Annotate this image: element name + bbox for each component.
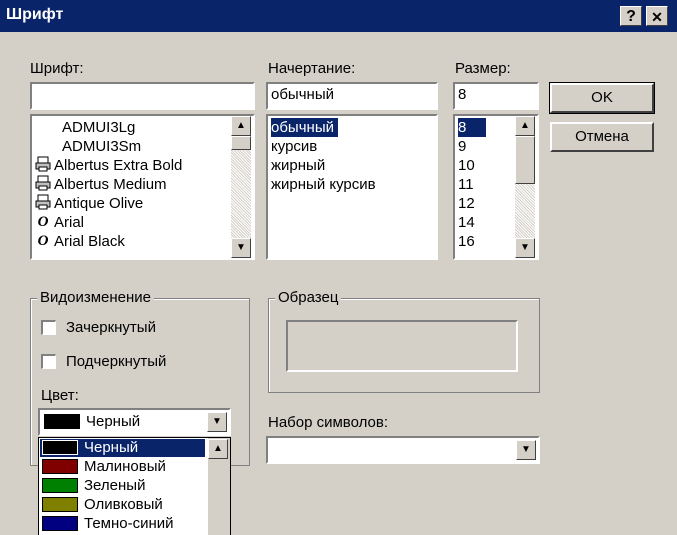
color-option[interactable]: Черный — [84, 439, 138, 456]
sample-label: Образец — [275, 289, 342, 306]
style-list-item[interactable]: жирный курсив — [271, 175, 376, 194]
color-swatch — [42, 478, 78, 493]
window-title: Шрифт — [6, 6, 64, 23]
font-input[interactable] — [30, 82, 255, 110]
size-list-item[interactable]: 12 — [458, 194, 475, 213]
font-list-item[interactable]: ADMUI3Sm — [62, 137, 141, 156]
color-swatch — [42, 440, 78, 455]
chevron-down-icon[interactable]: ▼ — [516, 440, 536, 460]
opentype-icon: O — [37, 214, 49, 230]
sample-preview — [286, 320, 518, 372]
size-list-item[interactable]: 10 — [458, 156, 475, 175]
color-option[interactable]: Зеленый — [84, 477, 145, 494]
strikeout-checkbox[interactable] — [41, 320, 56, 335]
color-option[interactable]: Темно-синий — [84, 515, 174, 532]
printer-font-icon — [35, 194, 51, 212]
style-input[interactable]: обычный — [266, 82, 438, 110]
color-option[interactable]: Оливковый — [84, 496, 163, 513]
underline-label[interactable]: Подчеркнутый — [66, 353, 166, 370]
cancel-button[interactable]: Отмена — [550, 122, 654, 152]
size-list-item[interactable]: 9 — [458, 137, 466, 156]
font-list-item[interactable]: Antique Olive — [54, 194, 143, 213]
strikeout-label[interactable]: Зачеркнутый — [66, 319, 156, 336]
size-label: Размер: — [455, 60, 511, 77]
opentype-icon: O — [37, 233, 49, 249]
color-select-value: Черный — [86, 413, 141, 430]
size-list-item[interactable]: 8 — [458, 118, 486, 137]
font-list-item[interactable]: Arial — [54, 213, 84, 232]
size-list-item[interactable]: 14 — [458, 213, 475, 232]
scroll-up-icon[interactable]: ▲ — [208, 439, 228, 459]
close-button[interactable]: ✕ — [646, 6, 668, 26]
size-list-item[interactable]: 11 — [458, 175, 474, 194]
color-swatch — [44, 414, 80, 429]
color-swatch — [42, 459, 78, 474]
style-label: Начертание: — [268, 60, 356, 77]
size-list-item[interactable]: 16 — [458, 232, 475, 251]
font-list-item[interactable]: Albertus Medium — [54, 175, 167, 194]
font-list-item[interactable]: ADMUI3Lg — [62, 118, 135, 137]
color-option[interactable]: Малиновый — [84, 458, 166, 475]
printer-font-icon — [35, 175, 51, 193]
ok-button[interactable]: OK — [549, 82, 655, 114]
style-list-item[interactable]: курсив — [271, 137, 317, 156]
style-list[interactable]: обычный курсив жирный жирный курсив — [266, 114, 438, 260]
scroll-down-icon[interactable]: ▼ — [231, 238, 251, 258]
chevron-down-icon[interactable]: ▼ — [207, 412, 227, 432]
style-list-item[interactable]: обычный — [271, 118, 338, 137]
font-list-item[interactable]: Albertus Extra Bold — [54, 156, 182, 175]
effects-label: Видоизменение — [37, 289, 155, 306]
scroll-thumb[interactable] — [515, 136, 535, 184]
charset-label: Набор символов: — [268, 414, 389, 431]
style-list-item[interactable]: жирный — [271, 156, 325, 175]
font-label: Шрифт: — [30, 60, 84, 77]
size-input-value: 8 — [458, 86, 467, 103]
title-bar[interactable]: Шрифт ? ✕ — [0, 0, 677, 32]
font-list-item[interactable]: Arial Black — [54, 232, 125, 251]
color-swatch — [42, 516, 78, 531]
scroll-thumb[interactable] — [231, 136, 251, 150]
charset-select[interactable]: ▼ — [266, 436, 540, 464]
scroll-down-icon[interactable]: ▼ — [515, 238, 535, 258]
scroll-up-icon[interactable]: ▲ — [231, 116, 251, 136]
style-input-value: обычный — [271, 86, 334, 103]
font-list[interactable]: ADMUI3Lg ADMUI3Sm Albertus Extra Bold Al… — [30, 114, 255, 260]
color-select[interactable]: Черный ▼ — [38, 408, 231, 436]
font-dialog: Шрифт ? ✕ Шрифт: ADMUI3Lg ADMUI3Sm Alber… — [0, 0, 677, 535]
color-label: Цвет: — [41, 387, 79, 404]
color-swatch — [42, 497, 78, 512]
scroll-up-icon[interactable]: ▲ — [515, 116, 535, 136]
size-list[interactable]: 8 9 10 11 12 14 16 ▲ ▼ — [453, 114, 539, 260]
color-dropdown-list[interactable]: Черный Малиновый Зеленый Оливковый Темно… — [38, 437, 231, 535]
underline-checkbox[interactable] — [41, 354, 56, 369]
printer-font-icon — [35, 156, 51, 174]
size-input[interactable]: 8 — [453, 82, 539, 110]
help-button[interactable]: ? — [620, 6, 642, 26]
